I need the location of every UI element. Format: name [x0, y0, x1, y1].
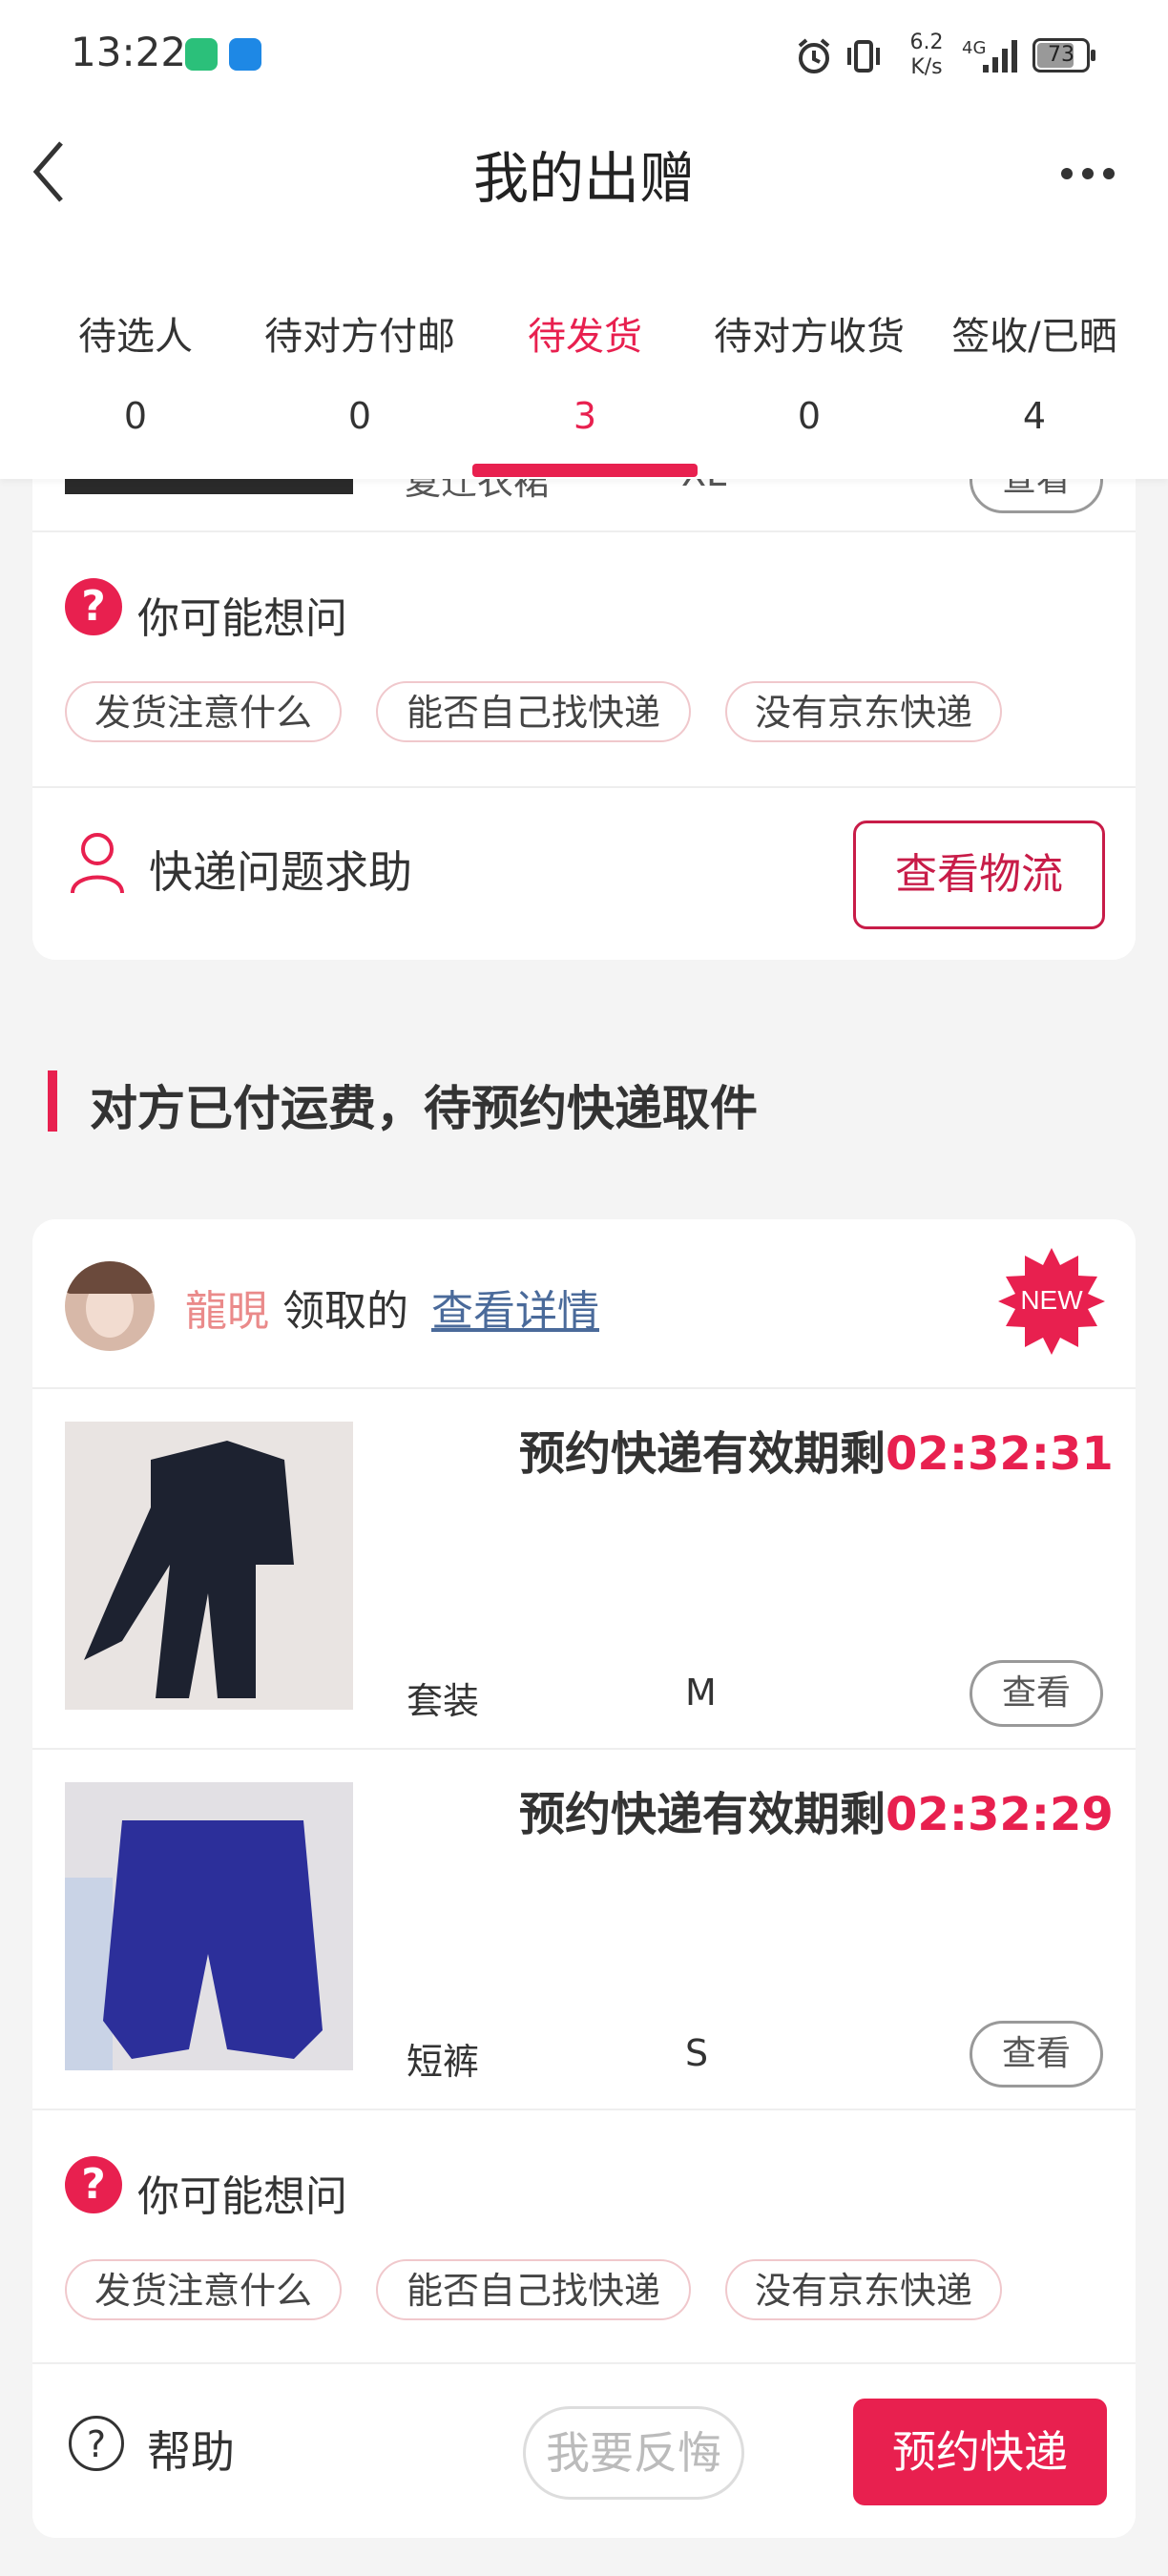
product-image[interactable]: [65, 1782, 353, 2070]
divider: [32, 1387, 1136, 1389]
countdown-time: 02:32:31: [886, 1427, 1114, 1481]
item-name: 短裤: [407, 2041, 480, 2083]
countdown-time: 02:32:29: [886, 1788, 1114, 1841]
faq-chip[interactable]: 没有京东快递: [725, 681, 1002, 742]
question-icon: ?: [65, 2156, 122, 2213]
user-icon: [71, 833, 124, 894]
battery-icon: 73: [1032, 38, 1095, 73]
detail-link[interactable]: 查看详情: [431, 1277, 599, 1338]
item-name: 套装: [407, 1680, 480, 1722]
net-speed: 6.2 K/s: [909, 31, 944, 79]
faq-chip[interactable]: 发货注意什么: [65, 681, 342, 742]
divider: [32, 786, 1136, 788]
weather-app-icon: [229, 38, 261, 71]
page-title: 我的出赠: [472, 146, 695, 211]
status-bar: 13:22 6.2 K/s 4G 73: [0, 0, 1168, 114]
faq-chip[interactable]: 没有京东快递: [725, 2259, 1002, 2320]
divider: [32, 2109, 1136, 2110]
signal-icon: [983, 40, 1017, 73]
faq-chip[interactable]: 能否自己找快递: [376, 681, 691, 742]
user-name[interactable]: 龍晛: [185, 1277, 269, 1338]
faq-chip[interactable]: 发货注意什么: [65, 2259, 342, 2320]
avatar[interactable]: [65, 1261, 155, 1351]
svg-text:NEW: NEW: [1020, 1285, 1083, 1315]
help-label[interactable]: 帮助: [147, 2418, 235, 2481]
track-shipment-button[interactable]: 查看物流: [853, 821, 1105, 929]
status-tabs: 待选人 0 待对方付邮 0 待发货 3 待对方收货 0 签收/已晒 4: [0, 277, 1168, 479]
active-tab-indicator: [472, 464, 698, 477]
faq-title: 你可能想问: [137, 2172, 347, 2221]
countdown: 预约快递有效期剩02:32:29: [519, 1788, 1114, 1841]
section-accent-bar: [48, 1070, 57, 1132]
faq-chip[interactable]: 能否自己找快递: [376, 2259, 691, 2320]
section-title: 对方已付运费，待预约快递取件: [90, 1081, 758, 1136]
item-size: S: [685, 2032, 709, 2074]
help-label[interactable]: 快递问题求助: [149, 838, 412, 901]
vibrate-icon: [847, 40, 880, 73]
app-notification-icon: [185, 38, 218, 71]
view-button[interactable]: 查看: [970, 2021, 1103, 2088]
question-icon: ?: [65, 578, 122, 635]
view-button[interactable]: 查看: [970, 1660, 1103, 1727]
status-time: 13:22: [71, 29, 187, 75]
countdown: 预约快递有效期剩02:32:31: [519, 1427, 1114, 1481]
item-size: M: [685, 1672, 717, 1714]
order-card-top: 夏迁衣裙 XL 查看 ? 你可能想问 发货注意什么 能否自己找快递 没有京东快递…: [32, 420, 1136, 960]
product-image[interactable]: [65, 1422, 353, 1710]
divider: [32, 2362, 1136, 2364]
more-dots-icon[interactable]: [1057, 166, 1118, 179]
regret-button[interactable]: 我要反悔: [523, 2406, 744, 2500]
help-icon[interactable]: ?: [69, 2416, 124, 2471]
order-card: 龍晛 领取的 查看详情 NEW 预约快递有效期剩02:32:31 套装 M 查看…: [32, 1219, 1136, 2538]
alarm-icon: [798, 38, 830, 73]
faq-title: 你可能想问: [137, 594, 347, 643]
claim-text: 领取的: [282, 1287, 408, 1336]
book-courier-button[interactable]: 预约快递: [853, 2399, 1107, 2505]
new-badge: NEW: [998, 1248, 1105, 1355]
divider: [32, 530, 1136, 532]
divider: [32, 1748, 1136, 1750]
